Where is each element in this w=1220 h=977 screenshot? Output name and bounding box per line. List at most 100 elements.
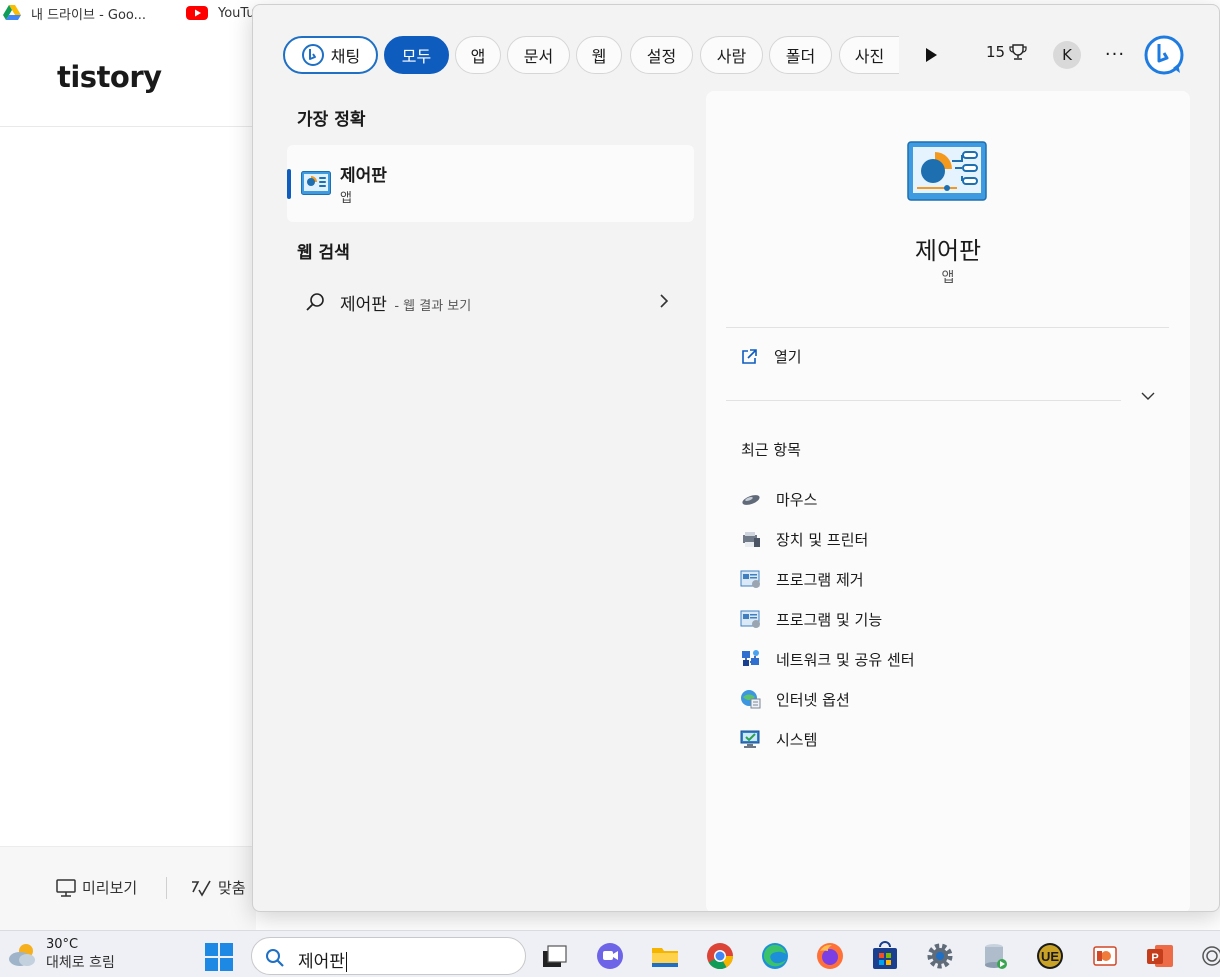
play-arrow-icon bbox=[926, 48, 937, 62]
teams-chat-icon[interactable] bbox=[595, 941, 625, 971]
taskbar-search-text: 제어판 bbox=[298, 947, 347, 972]
monitor-icon bbox=[56, 878, 76, 897]
best-match-result[interactable]: 제어판 앱 bbox=[287, 145, 694, 222]
rewards-points[interactable]: 15 bbox=[986, 43, 1027, 61]
chrome-icon[interactable] bbox=[705, 941, 735, 971]
programs-features-icon bbox=[740, 610, 760, 628]
recent-item-label: 프로그램 및 기능 bbox=[776, 610, 883, 629]
more-filters-button[interactable] bbox=[922, 45, 940, 65]
spellcheck-button[interactable]: 맞춤 bbox=[190, 877, 246, 898]
search-icon bbox=[306, 293, 324, 311]
settings-filter-tab[interactable]: 설정 bbox=[630, 36, 693, 74]
bing-chat-icon bbox=[301, 44, 324, 66]
documents-filter-tab[interactable]: 문서 bbox=[507, 36, 570, 74]
people-filter-tab[interactable]: 사람 bbox=[700, 36, 763, 74]
preview-app-type: 앱 bbox=[941, 270, 955, 286]
spellcheck-icon bbox=[192, 880, 211, 897]
presentation-app-icon[interactable] bbox=[1090, 941, 1120, 971]
bookmark-youtube[interactable]: YouTu bbox=[186, 4, 255, 22]
weather-widget[interactable]: 30°C 대체로 흐림 bbox=[6, 937, 115, 972]
windows-start-icon[interactable] bbox=[204, 942, 234, 972]
overflow-icon[interactable] bbox=[1200, 941, 1220, 971]
web-search-result[interactable]: 제어판 - 웹 결과 보기 bbox=[287, 282, 694, 322]
recent-item-uninstall-program[interactable]: 프로그램 제거 bbox=[740, 567, 864, 591]
mouse-icon bbox=[742, 495, 760, 505]
search-filter-bar: 채팅 모두 앱 문서 웹 설정 사람 폴더 사진 15 K ··· bbox=[253, 5, 1219, 95]
chevron-down-icon[interactable] bbox=[1141, 391, 1155, 401]
windows-search-panel: 채팅 모두 앱 문서 웹 설정 사람 폴더 사진 15 K ··· 가장 정확 … bbox=[252, 4, 1220, 912]
recent-item-mouse[interactable]: 마우스 bbox=[740, 487, 817, 511]
internet-options-icon bbox=[741, 690, 761, 709]
rewards-count: 15 bbox=[986, 43, 1006, 61]
svg-text:P: P bbox=[1151, 952, 1158, 964]
spellcheck-label: 맞춤 bbox=[218, 879, 246, 897]
recent-item-programs-features[interactable]: 프로그램 및 기능 bbox=[740, 607, 882, 631]
recent-item-label: 인터넷 옵션 bbox=[776, 690, 850, 709]
recent-items-heading: 최근 항목 bbox=[741, 441, 801, 459]
recent-item-system[interactable]: 시스템 bbox=[740, 727, 817, 751]
editor-footer: 미리보기 맞춤 bbox=[0, 846, 256, 930]
trophy-icon bbox=[1009, 44, 1027, 60]
recent-item-devices-printers[interactable]: 장치 및 프린터 bbox=[740, 527, 868, 551]
preview-label: 미리보기 bbox=[82, 879, 138, 897]
selection-indicator bbox=[287, 169, 291, 199]
task-view-icon[interactable] bbox=[539, 941, 569, 971]
web-search-suffix: - 웹 결과 보기 bbox=[394, 299, 472, 314]
chat-filter-button[interactable]: 채팅 bbox=[283, 36, 378, 74]
open-action-label: 열기 bbox=[774, 348, 802, 366]
all-filter-tab[interactable]: 모두 bbox=[384, 36, 449, 74]
settings-icon[interactable] bbox=[925, 941, 955, 971]
uninstall-program-icon bbox=[740, 570, 760, 588]
recent-item-label: 프로그램 제거 bbox=[776, 570, 864, 589]
partly-cloudy-icon bbox=[9, 943, 35, 966]
taskbar: 30°C 대체로 흐림 제어판 UE P bbox=[0, 930, 1220, 977]
site-logo[interactable]: tistory bbox=[57, 60, 162, 94]
folders-filter-tab[interactable]: 폴더 bbox=[769, 36, 832, 74]
open-external-icon bbox=[742, 348, 757, 364]
network-sharing-icon bbox=[742, 650, 759, 666]
result-preview-pane: 제어판 앱 열기 최근 항목 마우스 장치 및 프린터 프로그램 제거 프로그램… bbox=[706, 91, 1190, 911]
recent-item-internet-options[interactable]: 인터넷 옵션 bbox=[740, 687, 850, 711]
taskbar-search-box[interactable]: 제어판 bbox=[251, 937, 526, 975]
more-options-button[interactable]: ··· bbox=[1102, 41, 1128, 67]
apps-filter-tab[interactable]: 앱 bbox=[455, 36, 501, 74]
chat-filter-label: 채팅 bbox=[330, 47, 361, 66]
system-icon bbox=[740, 730, 760, 748]
control-panel-icon bbox=[301, 171, 331, 195]
web-filter-tab[interactable]: 웹 bbox=[576, 36, 622, 74]
account-avatar[interactable]: K bbox=[1053, 41, 1081, 69]
best-match-name: 제어판 bbox=[340, 166, 387, 186]
text-cursor bbox=[345, 952, 347, 972]
edge-icon[interactable] bbox=[760, 941, 790, 971]
powerpoint-icon[interactable]: P bbox=[1145, 941, 1175, 971]
photos-filter-tab[interactable]: 사진 bbox=[839, 36, 899, 74]
preview-button[interactable]: 미리보기 bbox=[56, 877, 137, 898]
file-explorer-icon[interactable] bbox=[650, 941, 680, 971]
divider bbox=[726, 327, 1169, 328]
taskbar-search-query: 제어판 bbox=[298, 952, 345, 972]
recent-item-label: 마우스 bbox=[776, 490, 818, 509]
web-search-query: 제어판 bbox=[340, 295, 387, 315]
open-action[interactable]: 열기 bbox=[740, 346, 802, 367]
weather-text: 30°C 대체로 흐림 bbox=[46, 937, 115, 972]
divider bbox=[726, 400, 1121, 401]
divider bbox=[166, 877, 167, 899]
control-panel-large-icon bbox=[907, 141, 987, 201]
recent-item-label: 네트워크 및 공유 센터 bbox=[776, 650, 915, 669]
bookmark-google-drive[interactable]: 내 드라이브 - Goo... bbox=[3, 4, 147, 23]
recent-item-network-sharing[interactable]: 네트워크 및 공유 센터 bbox=[740, 647, 915, 671]
devices-printers-icon bbox=[743, 532, 760, 547]
database-icon[interactable] bbox=[980, 941, 1010, 971]
web-search-text: 제어판 - 웹 결과 보기 bbox=[340, 290, 471, 315]
weather-temperature: 30°C bbox=[46, 937, 79, 952]
weather-description: 대체로 흐림 bbox=[46, 955, 115, 971]
ue-editor-icon[interactable]: UE bbox=[1035, 941, 1065, 971]
best-match-heading: 가장 정확 bbox=[297, 110, 366, 130]
web-search-heading: 웹 검색 bbox=[297, 243, 350, 263]
microsoft-store-icon[interactable] bbox=[870, 941, 900, 971]
bing-icon[interactable] bbox=[1143, 34, 1185, 76]
firefox-icon[interactable] bbox=[815, 941, 845, 971]
best-match-type: 앱 bbox=[340, 191, 352, 206]
bookmark-label: 내 드라이브 - Goo... bbox=[31, 7, 147, 23]
svg-text:UE: UE bbox=[1041, 949, 1059, 964]
